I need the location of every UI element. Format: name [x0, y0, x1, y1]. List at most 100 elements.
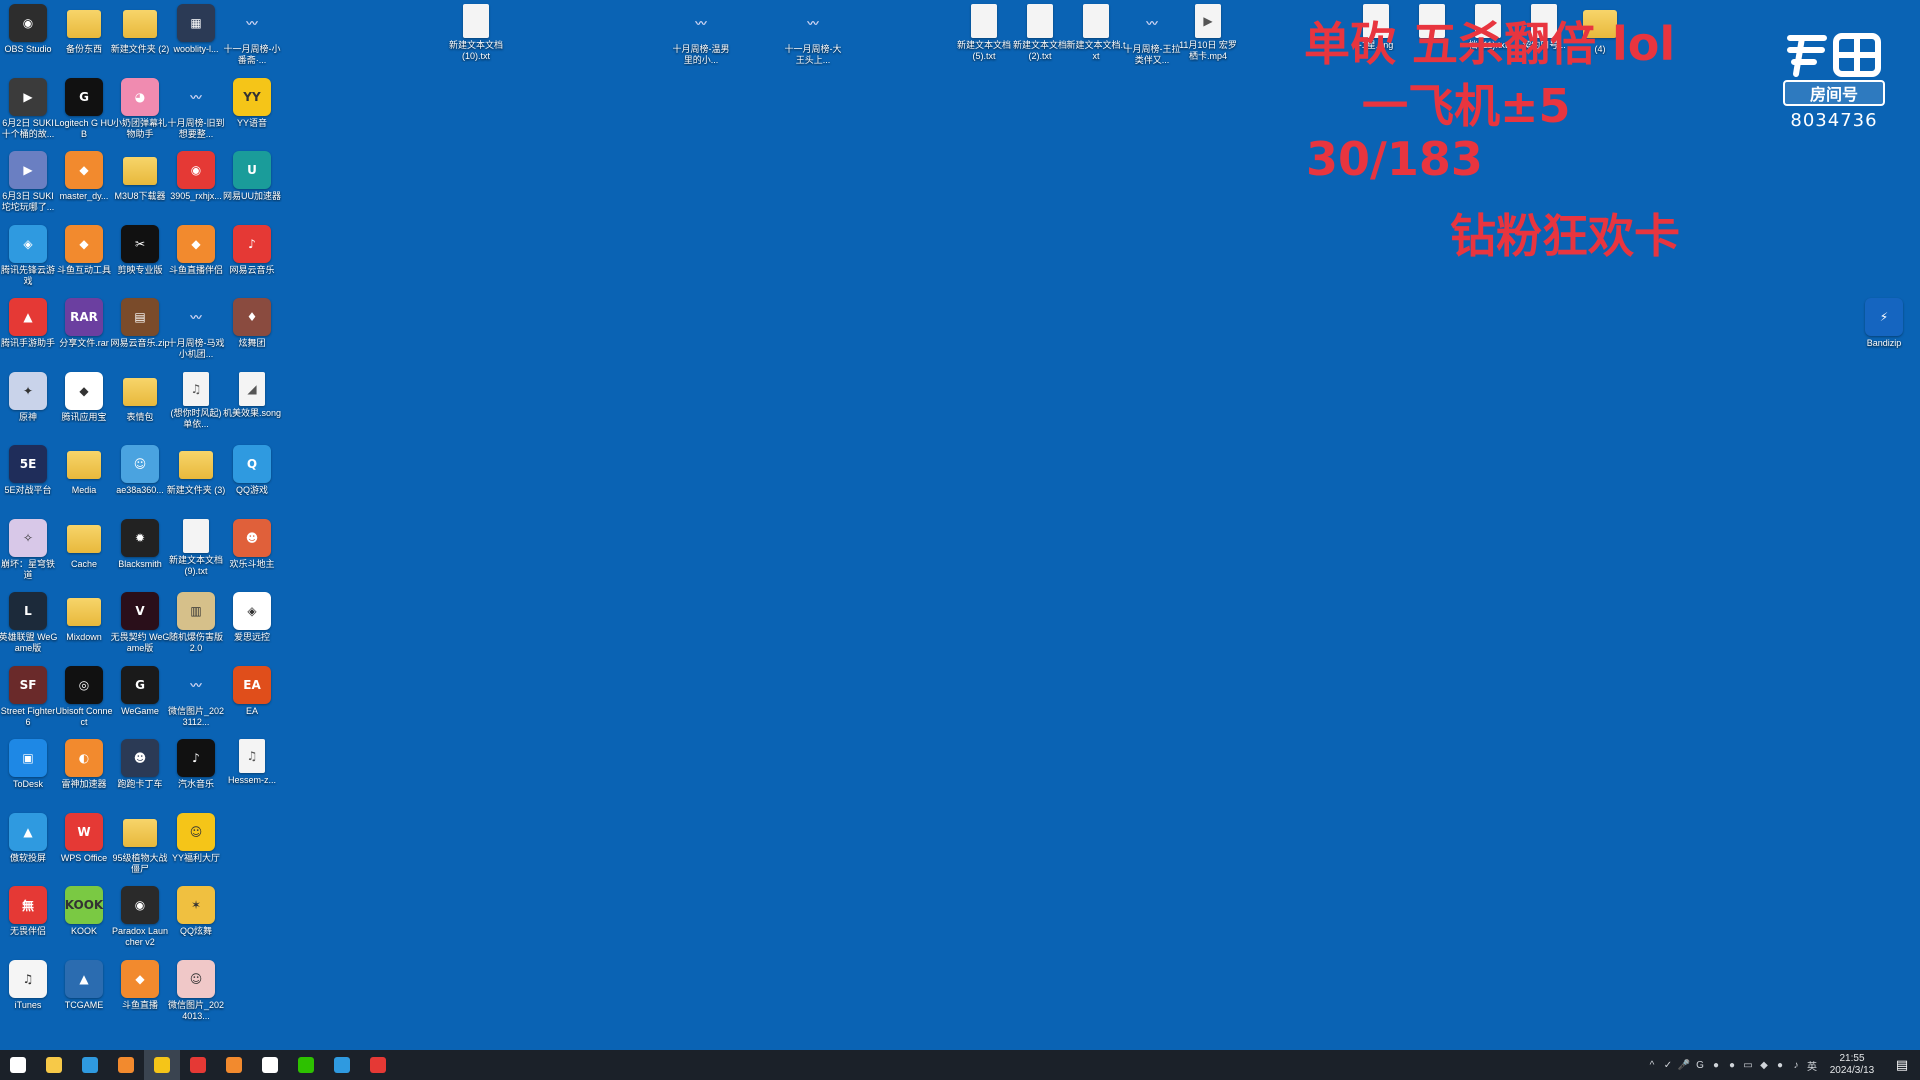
desktop-icon[interactable]: ☺ 微信图片_2024013...	[168, 959, 224, 1032]
desktop-icon[interactable]: RAR 分享文件.rar	[56, 298, 112, 370]
desktop-icon[interactable]: 新建文件夹 (2)	[111, 4, 169, 76]
tray-icon[interactable]: 英	[1804, 1050, 1820, 1080]
desktop-icon[interactable]: 〰十月周榜-王拉类伴又...	[1124, 4, 1181, 76]
desktop-icon[interactable]: V 无畏契约 WeGame版	[111, 592, 169, 664]
desktop-icon[interactable]: KOOK KOOK	[56, 886, 112, 958]
desktop-icon[interactable]: ◆ master_dy...	[56, 151, 112, 223]
desktop-icon[interactable]: ✹ Blacksmith	[112, 518, 168, 591]
tray-icon[interactable]: 🎤	[1676, 1050, 1692, 1080]
desktop-icon[interactable]: ▦ wooblity-l...	[168, 4, 224, 76]
desktop-icon[interactable]: L 英雄联盟 WeGame版	[0, 592, 57, 664]
desktop-icon[interactable]: 备份东西	[56, 4, 112, 76]
desktop-icon[interactable]: ◈ 爱思远控	[224, 592, 280, 664]
desktop-icon[interactable]: ✶ QQ炫舞	[168, 886, 224, 958]
desktop-icon[interactable]: ▤ 网易云音乐.zip	[110, 298, 170, 370]
desktop-icon[interactable]: ☻ 跑跑卡丁车	[112, 739, 168, 811]
desktop-icon[interactable]: ✧ 崩坏：星穹铁道	[0, 518, 56, 591]
desktop-icon[interactable]: ▶ 11月10日 宏罗栖卡.mp4	[1179, 4, 1237, 76]
desktop-icon[interactable]: ▲ 傲软投屏	[0, 812, 56, 885]
desktop-icon[interactable]: 新建文件夹 (3)	[167, 445, 225, 517]
tray-icon[interactable]: G	[1692, 1050, 1708, 1080]
clock[interactable]: 21:55 2024/3/13	[1820, 1053, 1884, 1077]
taskbar-button[interactable]	[108, 1050, 144, 1080]
desktop-icon[interactable]: 表情包	[112, 372, 168, 444]
tray-icon[interactable]: ●	[1724, 1050, 1740, 1080]
desktop-icon[interactable]: ♪ 汽水音乐	[168, 739, 224, 811]
desktop-icon[interactable]: ✦ 原神	[0, 371, 56, 444]
desktop-icon[interactable]: 95级植物大战僵尸	[112, 813, 168, 885]
desktop-icon[interactable]: ◢ 机美效果.song	[223, 371, 281, 444]
desktop-icon[interactable]: ◆ 腾讯应用宝	[56, 371, 112, 444]
desktop-icon[interactable]: ♫ Hessem-z...	[224, 739, 280, 811]
desktop-icon[interactable]: EA EA	[224, 665, 280, 738]
taskbar-button[interactable]	[324, 1050, 360, 1080]
desktop-icon[interactable]: 〰十一月周榜-大王头上...	[785, 4, 842, 76]
taskbar-button[interactable]	[0, 1050, 36, 1080]
desktop-icon[interactable]: Media	[56, 445, 112, 517]
desktop-icon[interactable]: ♫ iTunes	[0, 959, 56, 1032]
desktop-icon[interactable]: ◎ Ubisoft Connect	[55, 665, 113, 738]
desktop-icon[interactable]: ◉ OBS Studio	[0, 4, 56, 76]
desktop-icon[interactable]: Q QQ游戏	[224, 445, 280, 517]
desktop-icon[interactable]: 新建文本文档.txt	[1066, 4, 1126, 76]
desktop-icon[interactable]: ◉ Paradox Launcher v2	[112, 886, 168, 958]
desktop-icon[interactable]: ▲ 腾讯手游助手	[0, 298, 56, 370]
tray-icon[interactable]: ✓	[1660, 1050, 1676, 1080]
desktop-icon[interactable]: YY YY语音	[224, 77, 280, 150]
tray-icon[interactable]: ●	[1772, 1050, 1788, 1080]
desktop-icon[interactable]: 〰十月周榜-旧到想要整...	[168, 78, 225, 150]
taskbar-button[interactable]	[144, 1050, 180, 1080]
desktop-icon[interactable]: ☺ YY福利大厅	[168, 812, 224, 885]
desktop-icon[interactable]: W WPS Office	[56, 812, 112, 885]
desktop-icon[interactable]: ▥ 随机爆伤害版2.0	[168, 592, 224, 664]
desktop-icon[interactable]: 新建文本文档 (9).txt	[168, 518, 224, 591]
tray-icon[interactable]: ◆	[1756, 1050, 1772, 1080]
desktop-icon[interactable]: ◐ 雷神加速器	[56, 739, 112, 811]
desktop-icon[interactable]: ⚡ Bandizip	[1856, 298, 1912, 370]
desktop-icon[interactable]: ◕ 小奶团弹幕礼物助手	[112, 77, 168, 150]
taskbar-button[interactable]	[360, 1050, 396, 1080]
desktop-icon[interactable]: G WeGame	[112, 665, 168, 738]
desktop-icon[interactable]: ✂ 剪映专业版	[112, 224, 168, 297]
desktop-icon[interactable]: ♫ (想你时风起) 单依...	[168, 371, 224, 444]
desktop-icon[interactable]: ♪ 网易云音乐	[224, 224, 280, 297]
desktop-icon[interactable]: ◉ 3905_rxhjx...	[168, 151, 224, 223]
desktop-icon[interactable]: ◆ 斗鱼直播	[112, 959, 168, 1032]
tray-icon[interactable]: ▭	[1740, 1050, 1756, 1080]
desktop-icon[interactable]: 新建文本文档 (5).txt	[956, 4, 1012, 76]
taskbar-button[interactable]	[252, 1050, 288, 1080]
desktop-icon[interactable]: SF Street Fighter 6	[0, 665, 56, 738]
desktop-icon[interactable]: 5E 5E对战平台	[0, 445, 56, 517]
taskbar-button[interactable]	[36, 1050, 72, 1080]
desktop-icon[interactable]: G Logitech G HUB	[54, 77, 114, 150]
desktop-icon[interactable]: ▶ 6月3日 SUKI 坨坨玩哪了...	[0, 151, 56, 223]
desktop-icon[interactable]: ▲ TCGAME	[56, 959, 112, 1032]
notification-center-icon[interactable]: ▤	[1884, 1050, 1920, 1080]
desktop-icon[interactable]: ♦ 炫舞团	[224, 298, 280, 370]
taskbar-button[interactable]	[180, 1050, 216, 1080]
tray-icon[interactable]: ♪	[1788, 1050, 1804, 1080]
taskbar-button[interactable]	[288, 1050, 324, 1080]
desktop-icon[interactable]: Mixdown	[56, 592, 112, 664]
tray-icon[interactable]: ●	[1708, 1050, 1724, 1080]
tray-icon[interactable]: ^	[1644, 1050, 1660, 1080]
taskbar-button[interactable]	[72, 1050, 108, 1080]
desktop-icon[interactable]: 〰十月周榜-温男里的小...	[673, 4, 730, 76]
desktop-icon[interactable]: M3U8下载器	[112, 151, 168, 223]
desktop-icon[interactable]: 〰微信图片_2023112...	[168, 666, 224, 738]
taskbar-button[interactable]	[216, 1050, 252, 1080]
desktop-icon[interactable]: 〰十月周榜-马戏小机团...	[168, 298, 225, 370]
desktop-icon[interactable]: 新建文本文档 (2).txt	[1012, 4, 1068, 76]
desktop-icon[interactable]: ◆ 斗鱼直播伴侣	[168, 224, 224, 297]
desktop-icon[interactable]: 〰十一月周榜-小番斋·...	[224, 4, 281, 76]
desktop-icon[interactable]: 無无畏伴侣	[0, 886, 56, 958]
desktop-icon[interactable]: ◆ 斗鱼互动工具	[56, 224, 112, 297]
desktop-icon[interactable]: ☻ 欢乐斗地主	[224, 518, 280, 591]
desktop-icon[interactable]: ▣ ToDesk	[0, 739, 56, 811]
desktop-icon[interactable]: 新建文本文档 (10).txt	[448, 4, 504, 76]
desktop-icon[interactable]: Cache	[56, 519, 112, 591]
desktop-icon[interactable]: ☺ ae38a360...	[112, 445, 168, 517]
desktop-icon[interactable]: ◈ 腾讯先锋云游戏	[0, 224, 56, 297]
desktop-icon[interactable]: U 网易UU加速器	[223, 151, 281, 223]
desktop-icon[interactable]: ▶ 6月2日 SUKI 十个桶的故...	[0, 77, 56, 150]
